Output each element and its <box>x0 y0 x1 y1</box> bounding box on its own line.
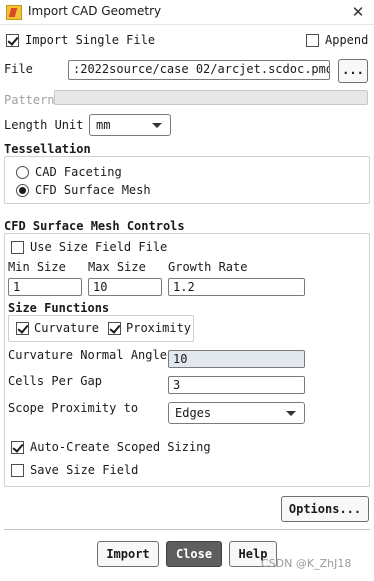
save-size-field-label[interactable]: Save Size Field <box>30 463 138 477</box>
close-icon[interactable]: ✕ <box>348 2 368 22</box>
auto-create-checkbox[interactable] <box>11 441 24 454</box>
growth-rate-input[interactable]: 1.2 <box>168 278 305 296</box>
pattern-label: Pattern <box>4 93 55 107</box>
auto-create-label[interactable]: Auto-Create Scoped Sizing <box>30 440 211 454</box>
chevron-down-icon <box>286 411 296 416</box>
length-unit-value: mm <box>96 118 111 132</box>
max-size-label: Max Size <box>88 260 146 274</box>
file-label: File <box>4 62 33 76</box>
save-size-field-checkbox[interactable] <box>11 464 24 477</box>
min-size-input[interactable]: 1 <box>8 278 82 296</box>
bottom-separator <box>4 529 370 530</box>
scope-proximity-select[interactable]: Edges <box>168 402 305 424</box>
close-button[interactable]: Close <box>166 541 222 567</box>
chevron-down-icon <box>152 123 162 128</box>
cad-faceting-radio[interactable] <box>16 166 29 179</box>
watermark-text: CSDN @K_ZhJ18 <box>261 557 352 570</box>
curvature-normal-angle-label: Curvature Normal Angle <box>8 348 167 362</box>
length-unit-select[interactable]: mm <box>89 114 171 136</box>
window-title: Import CAD Geometry <box>28 4 162 18</box>
use-size-field-label[interactable]: Use Size Field File <box>30 240 167 254</box>
cells-per-gap-input[interactable]: 3 <box>168 376 305 394</box>
import-button[interactable]: Import <box>97 541 159 567</box>
cfd-controls-title: CFD Surface Mesh Controls <box>4 219 185 233</box>
file-path-input[interactable]: :2022source/case 02/arcjet.scdoc.pmdb <box>68 60 330 80</box>
curvature-normal-angle-input[interactable]: 10 <box>168 350 305 368</box>
cfd-surface-mesh-label[interactable]: CFD Surface Mesh <box>35 183 151 197</box>
browse-button[interactable]: ... <box>338 59 368 83</box>
size-functions-title: Size Functions <box>8 301 110 315</box>
import-single-file-checkbox[interactable] <box>6 34 19 47</box>
min-size-label: Min Size <box>8 260 66 274</box>
append-label[interactable]: Append <box>325 33 368 47</box>
curvature-label[interactable]: Curvature <box>34 321 99 335</box>
cfd-surface-mesh-radio[interactable] <box>16 184 29 197</box>
cad-faceting-label[interactable]: CAD Faceting <box>35 165 122 179</box>
proximity-label[interactable]: Proximity <box>126 321 191 335</box>
cells-per-gap-label: Cells Per Gap <box>8 374 102 388</box>
tessellation-title: Tessellation <box>4 142 91 156</box>
proximity-checkbox[interactable] <box>108 322 121 335</box>
append-checkbox[interactable] <box>306 34 319 47</box>
options-button[interactable]: Options... <box>281 496 369 522</box>
curvature-checkbox[interactable] <box>16 322 29 335</box>
app-icon <box>6 5 22 20</box>
scope-proximity-value: Edges <box>175 406 212 420</box>
scope-proximity-label: Scope Proximity to <box>8 401 139 415</box>
use-size-field-checkbox[interactable] <box>11 241 24 254</box>
max-size-input[interactable]: 10 <box>88 278 162 296</box>
growth-rate-label: Growth Rate <box>168 260 248 274</box>
import-single-file-label[interactable]: Import Single File <box>25 33 155 47</box>
length-unit-label: Length Unit <box>4 118 84 132</box>
pattern-input[interactable] <box>54 90 368 105</box>
